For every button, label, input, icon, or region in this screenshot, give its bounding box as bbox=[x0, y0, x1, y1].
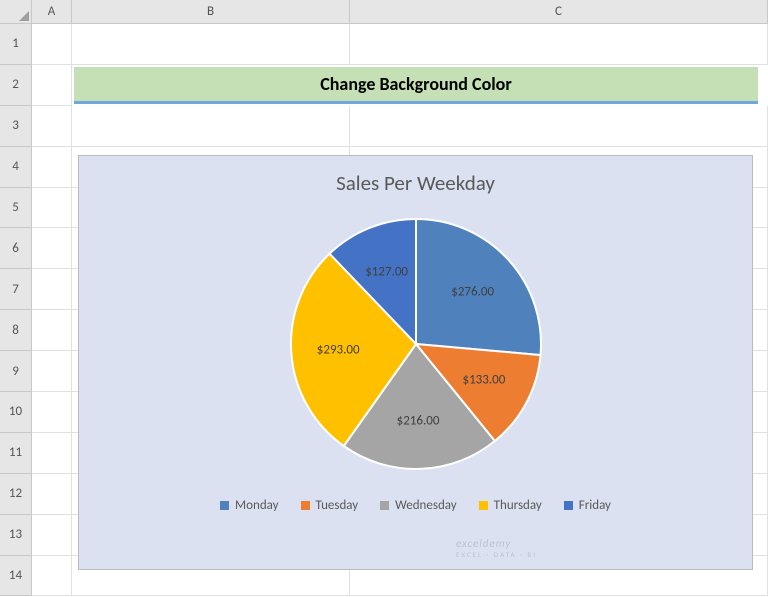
cell[interactable] bbox=[32, 188, 72, 229]
legend-label: Friday bbox=[579, 498, 611, 513]
legend-swatch bbox=[564, 501, 573, 510]
cell[interactable] bbox=[32, 474, 72, 515]
cell[interactable] bbox=[32, 556, 72, 597]
pie-plot-area[interactable]: $276.00 $133.00 $216.00 $293.00 $127.00 bbox=[286, 214, 546, 474]
cell[interactable] bbox=[32, 65, 72, 106]
row-header[interactable]: 2 bbox=[0, 65, 32, 106]
row-header[interactable]: 13 bbox=[0, 515, 32, 556]
cell[interactable] bbox=[32, 433, 72, 474]
cell[interactable] bbox=[32, 228, 72, 269]
row-header[interactable]: 3 bbox=[0, 106, 32, 147]
row-header[interactable]: 14 bbox=[0, 556, 32, 597]
cell[interactable] bbox=[350, 24, 768, 65]
page-title[interactable]: Change Background Color bbox=[74, 67, 758, 104]
data-label: $216.00 bbox=[397, 414, 440, 429]
row-header[interactable]: 5 bbox=[0, 188, 32, 229]
data-label: $293.00 bbox=[317, 342, 360, 357]
cell[interactable] bbox=[32, 106, 72, 147]
col-header-A[interactable]: A bbox=[32, 0, 72, 24]
cell[interactable] bbox=[350, 106, 768, 147]
cell[interactable] bbox=[32, 147, 72, 188]
row-header[interactable]: 9 bbox=[0, 351, 32, 392]
legend-swatch bbox=[220, 501, 229, 510]
select-all-corner[interactable] bbox=[0, 0, 32, 24]
legend-swatch bbox=[301, 501, 310, 510]
cell[interactable] bbox=[32, 351, 72, 392]
cell[interactable] bbox=[72, 24, 350, 65]
row-header[interactable]: 12 bbox=[0, 474, 32, 515]
col-header-C[interactable]: C bbox=[350, 0, 768, 24]
cell[interactable] bbox=[32, 392, 72, 433]
watermark: exceldemy EXCEL · DATA · BI bbox=[456, 537, 537, 559]
chart-title: Sales Per Weekday bbox=[336, 170, 495, 196]
legend-swatch bbox=[380, 501, 389, 510]
row-header[interactable]: 7 bbox=[0, 269, 32, 310]
col-header-B[interactable]: B bbox=[72, 0, 350, 24]
legend-label: Wednesday bbox=[395, 498, 456, 513]
legend-item[interactable]: Thursday bbox=[479, 498, 542, 513]
legend-label: Monday bbox=[235, 498, 279, 513]
pie-chart[interactable]: Sales Per Weekday $276.00$133.00$216.00$… bbox=[78, 155, 753, 570]
row-header[interactable]: 1 bbox=[0, 24, 32, 65]
cell[interactable] bbox=[32, 269, 72, 310]
cell[interactable] bbox=[32, 515, 72, 556]
chart-legend: Monday Tuesday Wednesday Thursday Friday bbox=[220, 498, 611, 513]
legend-label: Tuesday bbox=[316, 498, 359, 513]
data-label: $127.00 bbox=[365, 265, 408, 280]
cell[interactable] bbox=[72, 106, 350, 147]
legend-label: Thursday bbox=[494, 498, 542, 513]
cell[interactable] bbox=[32, 310, 72, 351]
row-header[interactable]: 6 bbox=[0, 228, 32, 269]
legend-swatch bbox=[479, 501, 488, 510]
row-header[interactable]: 4 bbox=[0, 147, 32, 188]
legend-item[interactable]: Monday bbox=[220, 498, 279, 513]
legend-item[interactable]: Friday bbox=[564, 498, 611, 513]
legend-item[interactable]: Tuesday bbox=[301, 498, 359, 513]
row-header[interactable]: 11 bbox=[0, 433, 32, 474]
legend-item[interactable]: Wednesday bbox=[380, 498, 456, 513]
row-header[interactable]: 10 bbox=[0, 392, 32, 433]
row-header[interactable]: 8 bbox=[0, 310, 32, 351]
data-label: $276.00 bbox=[451, 284, 494, 299]
data-label: $133.00 bbox=[463, 373, 506, 388]
cell[interactable] bbox=[32, 24, 72, 65]
